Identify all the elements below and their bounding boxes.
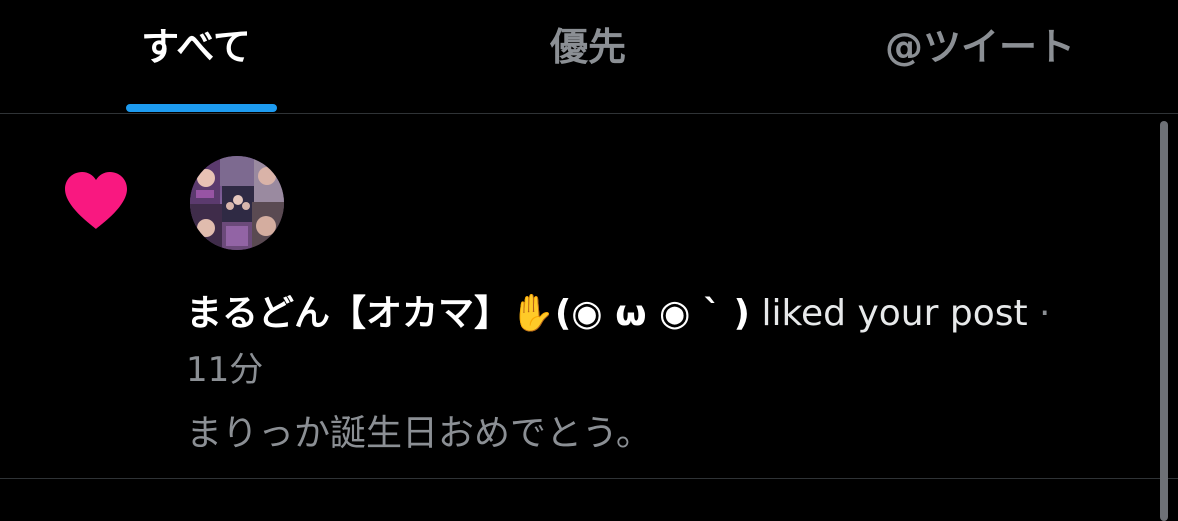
tab-priority-label: 優先	[549, 25, 626, 69]
timestamp: 11分	[186, 350, 264, 390]
notification-tabs: すべて 優先 @ツイート	[0, 0, 1178, 114]
notification-text[interactable]: まるどん【オカマ】✋(◉ ω ◉ ` ) liked your post ·	[186, 286, 1156, 342]
user-name[interactable]: まるどん【オカマ】✋(◉ ω ◉ ` )	[186, 293, 750, 334]
tab-priority[interactable]: 優先	[392, 0, 784, 113]
action-text: liked your post	[761, 293, 1028, 334]
separator-dot: ·	[1039, 293, 1051, 334]
heart-icon	[65, 172, 127, 229]
tab-mentions[interactable]: @ツイート	[784, 0, 1176, 113]
selected-tab-indicator	[126, 104, 277, 112]
scrollbar[interactable]	[1160, 121, 1168, 521]
avatar[interactable]	[190, 156, 284, 250]
tab-all-label: すべて	[141, 25, 251, 69]
avatar-image	[190, 156, 284, 250]
tab-mentions-label: @ツイート	[884, 25, 1075, 69]
tab-all[interactable]: すべて	[0, 0, 392, 113]
post-text[interactable]: まりっか誕生日おめでとう。	[186, 406, 652, 462]
